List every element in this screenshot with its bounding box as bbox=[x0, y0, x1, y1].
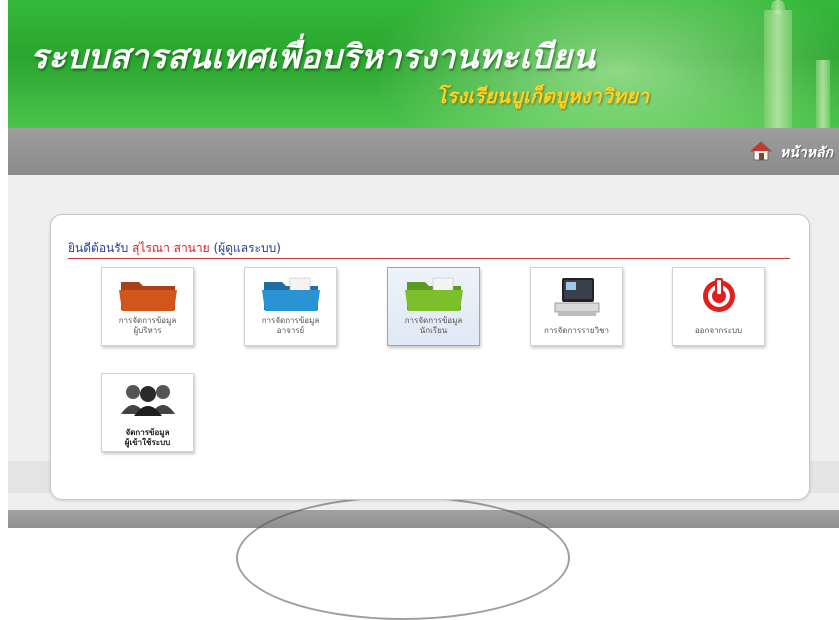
manage-teachers-button[interactable]: การจัดการข้อมูล อาจารย์ bbox=[244, 267, 337, 346]
blue-folder-icon bbox=[260, 276, 322, 316]
minaret-decoration bbox=[764, 10, 792, 128]
power-icon bbox=[700, 276, 738, 318]
manage-executives-button[interactable]: การจัดการข้อมูล ผู้บริหาร bbox=[101, 267, 194, 346]
tile-label-line: การจัดการข้อมูล bbox=[404, 316, 463, 325]
welcome-greeting: ยินดีต้อนรับ bbox=[68, 241, 129, 255]
tile-label-line: การจัดการข้อมูล bbox=[118, 316, 177, 325]
tile-label-line: อาจารย์ bbox=[276, 326, 305, 335]
manage-users-button[interactable]: จัดการข้อมูล ผู้เข้าใช้ระบบ bbox=[101, 373, 194, 452]
user-name: สุไรณา สานาย bbox=[132, 241, 210, 255]
home-label: หน้าหลัก bbox=[780, 145, 833, 161]
tile-label-line: ผู้บริหาร bbox=[133, 326, 162, 335]
tile-label: การจัดการรายวิชา bbox=[533, 326, 620, 336]
tile-label-line: จัดการข้อมูล bbox=[125, 428, 170, 437]
logout-button[interactable]: ออกจากระบบ bbox=[672, 267, 765, 346]
school-name: โรงเรียนบูเก็ตบูหงาวิทยา bbox=[436, 84, 650, 108]
tile-label: การจัดการข้อมูล อาจารย์ bbox=[247, 316, 334, 336]
nav-bar: หน้าหลัก bbox=[8, 128, 839, 175]
user-role: (ผู้ดูแลระบบ) bbox=[213, 241, 281, 255]
tile-label-line: การจัดการข้อมูล bbox=[261, 316, 320, 325]
minaret-decoration bbox=[816, 60, 830, 128]
welcome-message: ยินดีต้อนรับ สุไรณา สานาย (ผู้ดูแลระบบ) bbox=[68, 239, 281, 258]
users-group-icon bbox=[119, 382, 177, 420]
tile-label: ออกจากระบบ bbox=[675, 326, 762, 336]
system-title: ระบบสารสนเทศเพื่อบริหารงานทะเบียน bbox=[30, 37, 596, 76]
divider bbox=[68, 258, 790, 259]
tile-label-line: ผู้เข้าใช้ระบบ bbox=[124, 438, 171, 447]
tile-label: การจัดการข้อมูล ผู้บริหาร bbox=[104, 316, 191, 336]
header-banner: ระบบสารสนเทศเพื่อบริหารงานทะเบียน โรงเรี… bbox=[8, 0, 839, 128]
computer-monitor-icon bbox=[552, 276, 602, 322]
tile-label: การจัดการข้อมูล นักเรียน bbox=[390, 316, 477, 336]
main-panel: ยินดีต้อนรับ สุไรณา สานาย (ผู้ดูแลระบบ) … bbox=[50, 214, 810, 500]
manage-students-button[interactable]: การจัดการข้อมูล นักเรียน bbox=[387, 267, 480, 346]
seal-watermark bbox=[236, 496, 570, 620]
manage-subjects-button[interactable]: การจัดการรายวิชา bbox=[530, 267, 623, 346]
tile-label-line: ออกจากระบบ bbox=[694, 326, 743, 335]
minaret-decoration bbox=[771, 0, 785, 14]
home-link[interactable]: หน้าหลัก bbox=[749, 141, 833, 165]
home-icon bbox=[749, 141, 773, 165]
tile-label: จัดการข้อมูล ผู้เข้าใช้ระบบ bbox=[104, 428, 191, 448]
tile-label-line: การจัดการรายวิชา bbox=[543, 326, 610, 335]
orange-folder-icon bbox=[117, 276, 179, 316]
tile-label-line: นักเรียน bbox=[419, 326, 448, 335]
green-folder-icon bbox=[403, 276, 465, 316]
